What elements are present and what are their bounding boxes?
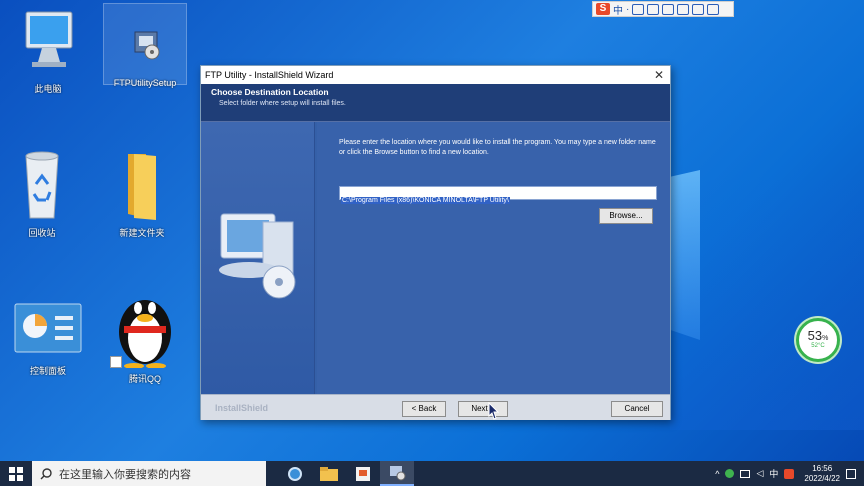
computer-icon: [20, 8, 76, 78]
wizard-body: Please enter the location where you woul…: [201, 122, 670, 394]
wallpaper-glow: [670, 180, 864, 430]
installshield-wizard-window[interactable]: FTP Utility - InstallShield Wizard ✕ Cho…: [200, 65, 671, 420]
microphone-icon[interactable]: [647, 3, 660, 15]
clock-date: 2022/4/22: [804, 473, 840, 483]
sogou-logo-icon[interactable]: S: [596, 3, 610, 15]
notification-icon[interactable]: [846, 468, 856, 479]
chevron-up-icon[interactable]: ^: [715, 469, 719, 479]
speaker-icon[interactable]: ◁: [756, 468, 763, 479]
ime-toolbar[interactable]: S 中 ·: [592, 1, 734, 17]
browse-button[interactable]: Browse...: [599, 208, 653, 224]
toolbox-icon[interactable]: [707, 3, 720, 15]
taskbar: 在这里输入你要搜索的内容 ^ ◁ 中 16:56 2022/4/22: [0, 461, 864, 486]
close-icon[interactable]: ✕: [648, 68, 670, 82]
wizard-footer: InstallShield < Back Next > Cancel: [201, 394, 670, 420]
installer-icon: [125, 14, 165, 74]
desktop-icon-ftp-setup[interactable]: FTPUtilitySetup: [103, 14, 187, 88]
desktop-icon-label: 回收站: [28, 228, 56, 238]
next-button[interactable]: Next >: [458, 401, 508, 417]
desktop-icon-tencent-qq[interactable]: 腾讯QQ: [103, 282, 187, 385]
network-speed-widget[interactable]: 53% 52°C: [796, 318, 840, 362]
window-title: FTP Utility - InstallShield Wizard: [205, 70, 334, 80]
keyboard-icon[interactable]: [662, 3, 675, 15]
notepad-icon: [356, 466, 370, 481]
installshield-brand: InstallShield: [215, 403, 269, 413]
network-icon[interactable]: [740, 469, 751, 478]
shortcut-arrow-icon: [110, 356, 122, 368]
sogou-tray-icon[interactable]: [784, 468, 795, 479]
user-icon[interactable]: [677, 3, 690, 15]
desktop-icon-label: 新建文件夹: [119, 228, 165, 238]
system-clock[interactable]: 16:56 2022/4/22: [804, 464, 840, 484]
search-icon: [40, 467, 52, 479]
wizard-content-panel: Please enter the location where you woul…: [317, 122, 670, 394]
desktop-icon-control-panel[interactable]: 控制面板: [6, 300, 90, 377]
taskbar-app-settings[interactable]: [278, 461, 312, 486]
desktop-icon-label: 腾讯QQ: [128, 374, 161, 384]
taskbar-app-editor[interactable]: [346, 461, 380, 486]
qq-penguin-icon: [110, 282, 180, 369]
temperature-readout: 52°C: [811, 343, 825, 349]
folder-icon: [320, 466, 338, 481]
wizard-step-title: Choose Destination Location: [211, 87, 329, 97]
taskbar-app-file-explorer[interactable]: [312, 461, 346, 486]
clock-time: 16:56: [812, 463, 833, 473]
start-button[interactable]: [0, 461, 32, 486]
system-tray: ^ ◁ 中 16:56 2022/4/22: [715, 464, 864, 484]
desktop-icon-new-folder[interactable]: 新建文件夹: [100, 146, 184, 239]
wizard-step-subtitle: Select folder where setup will install f…: [219, 100, 346, 107]
ime-mode-toggle[interactable]: 中: [613, 2, 623, 17]
cancel-button[interactable]: Cancel: [611, 401, 663, 417]
gear-icon: [288, 466, 302, 481]
desktop-icon-recycle-bin[interactable]: 回收站: [0, 146, 84, 239]
window-titlebar[interactable]: FTP Utility - InstallShield Wizard ✕: [201, 66, 670, 84]
emoji-icon[interactable]: [632, 3, 645, 15]
cpu-percent: 53%: [807, 328, 829, 343]
punctuation-icon[interactable]: ·: [626, 4, 629, 15]
desktop-icon-label: 控制面板: [29, 366, 66, 376]
wizard-header: Choose Destination Location Select folde…: [201, 84, 670, 122]
input-language-indicator[interactable]: 中: [769, 467, 778, 480]
instruction-text: Please enter the location where you woul…: [339, 139, 656, 156]
desktop-icon-this-pc[interactable]: 此电脑: [6, 8, 90, 95]
desktop-icon-label: FTPUtilitySetup: [113, 78, 177, 88]
windows-logo-icon: [9, 466, 23, 481]
desktop-icon-label: 此电脑: [34, 84, 62, 94]
destination-path-field[interactable]: C:\Program Files (x86)\KONICA MINOLTA\FT…: [339, 186, 657, 204]
taskbar-app-installer[interactable]: [380, 461, 414, 486]
wechat-tray-icon[interactable]: [725, 469, 735, 478]
search-placeholder: 在这里输入你要搜索的内容: [59, 468, 191, 481]
wizard-side-panel: [201, 122, 315, 394]
computer-install-graphic-icon: [219, 213, 296, 299]
hand-cursor-icon: [488, 402, 500, 420]
back-button[interactable]: < Back: [402, 401, 446, 417]
taskbar-search-box[interactable]: 在这里输入你要搜索的内容: [32, 461, 266, 486]
recycle-bin-icon: [16, 146, 68, 222]
destination-path-value: C:\Program Files (x86)\KONICA MINOLTA\FT…: [341, 197, 510, 204]
control-panel-icon: [11, 300, 85, 360]
folder-icon: [116, 146, 168, 222]
skin-icon[interactable]: [692, 3, 705, 15]
installer-icon: [390, 465, 406, 480]
